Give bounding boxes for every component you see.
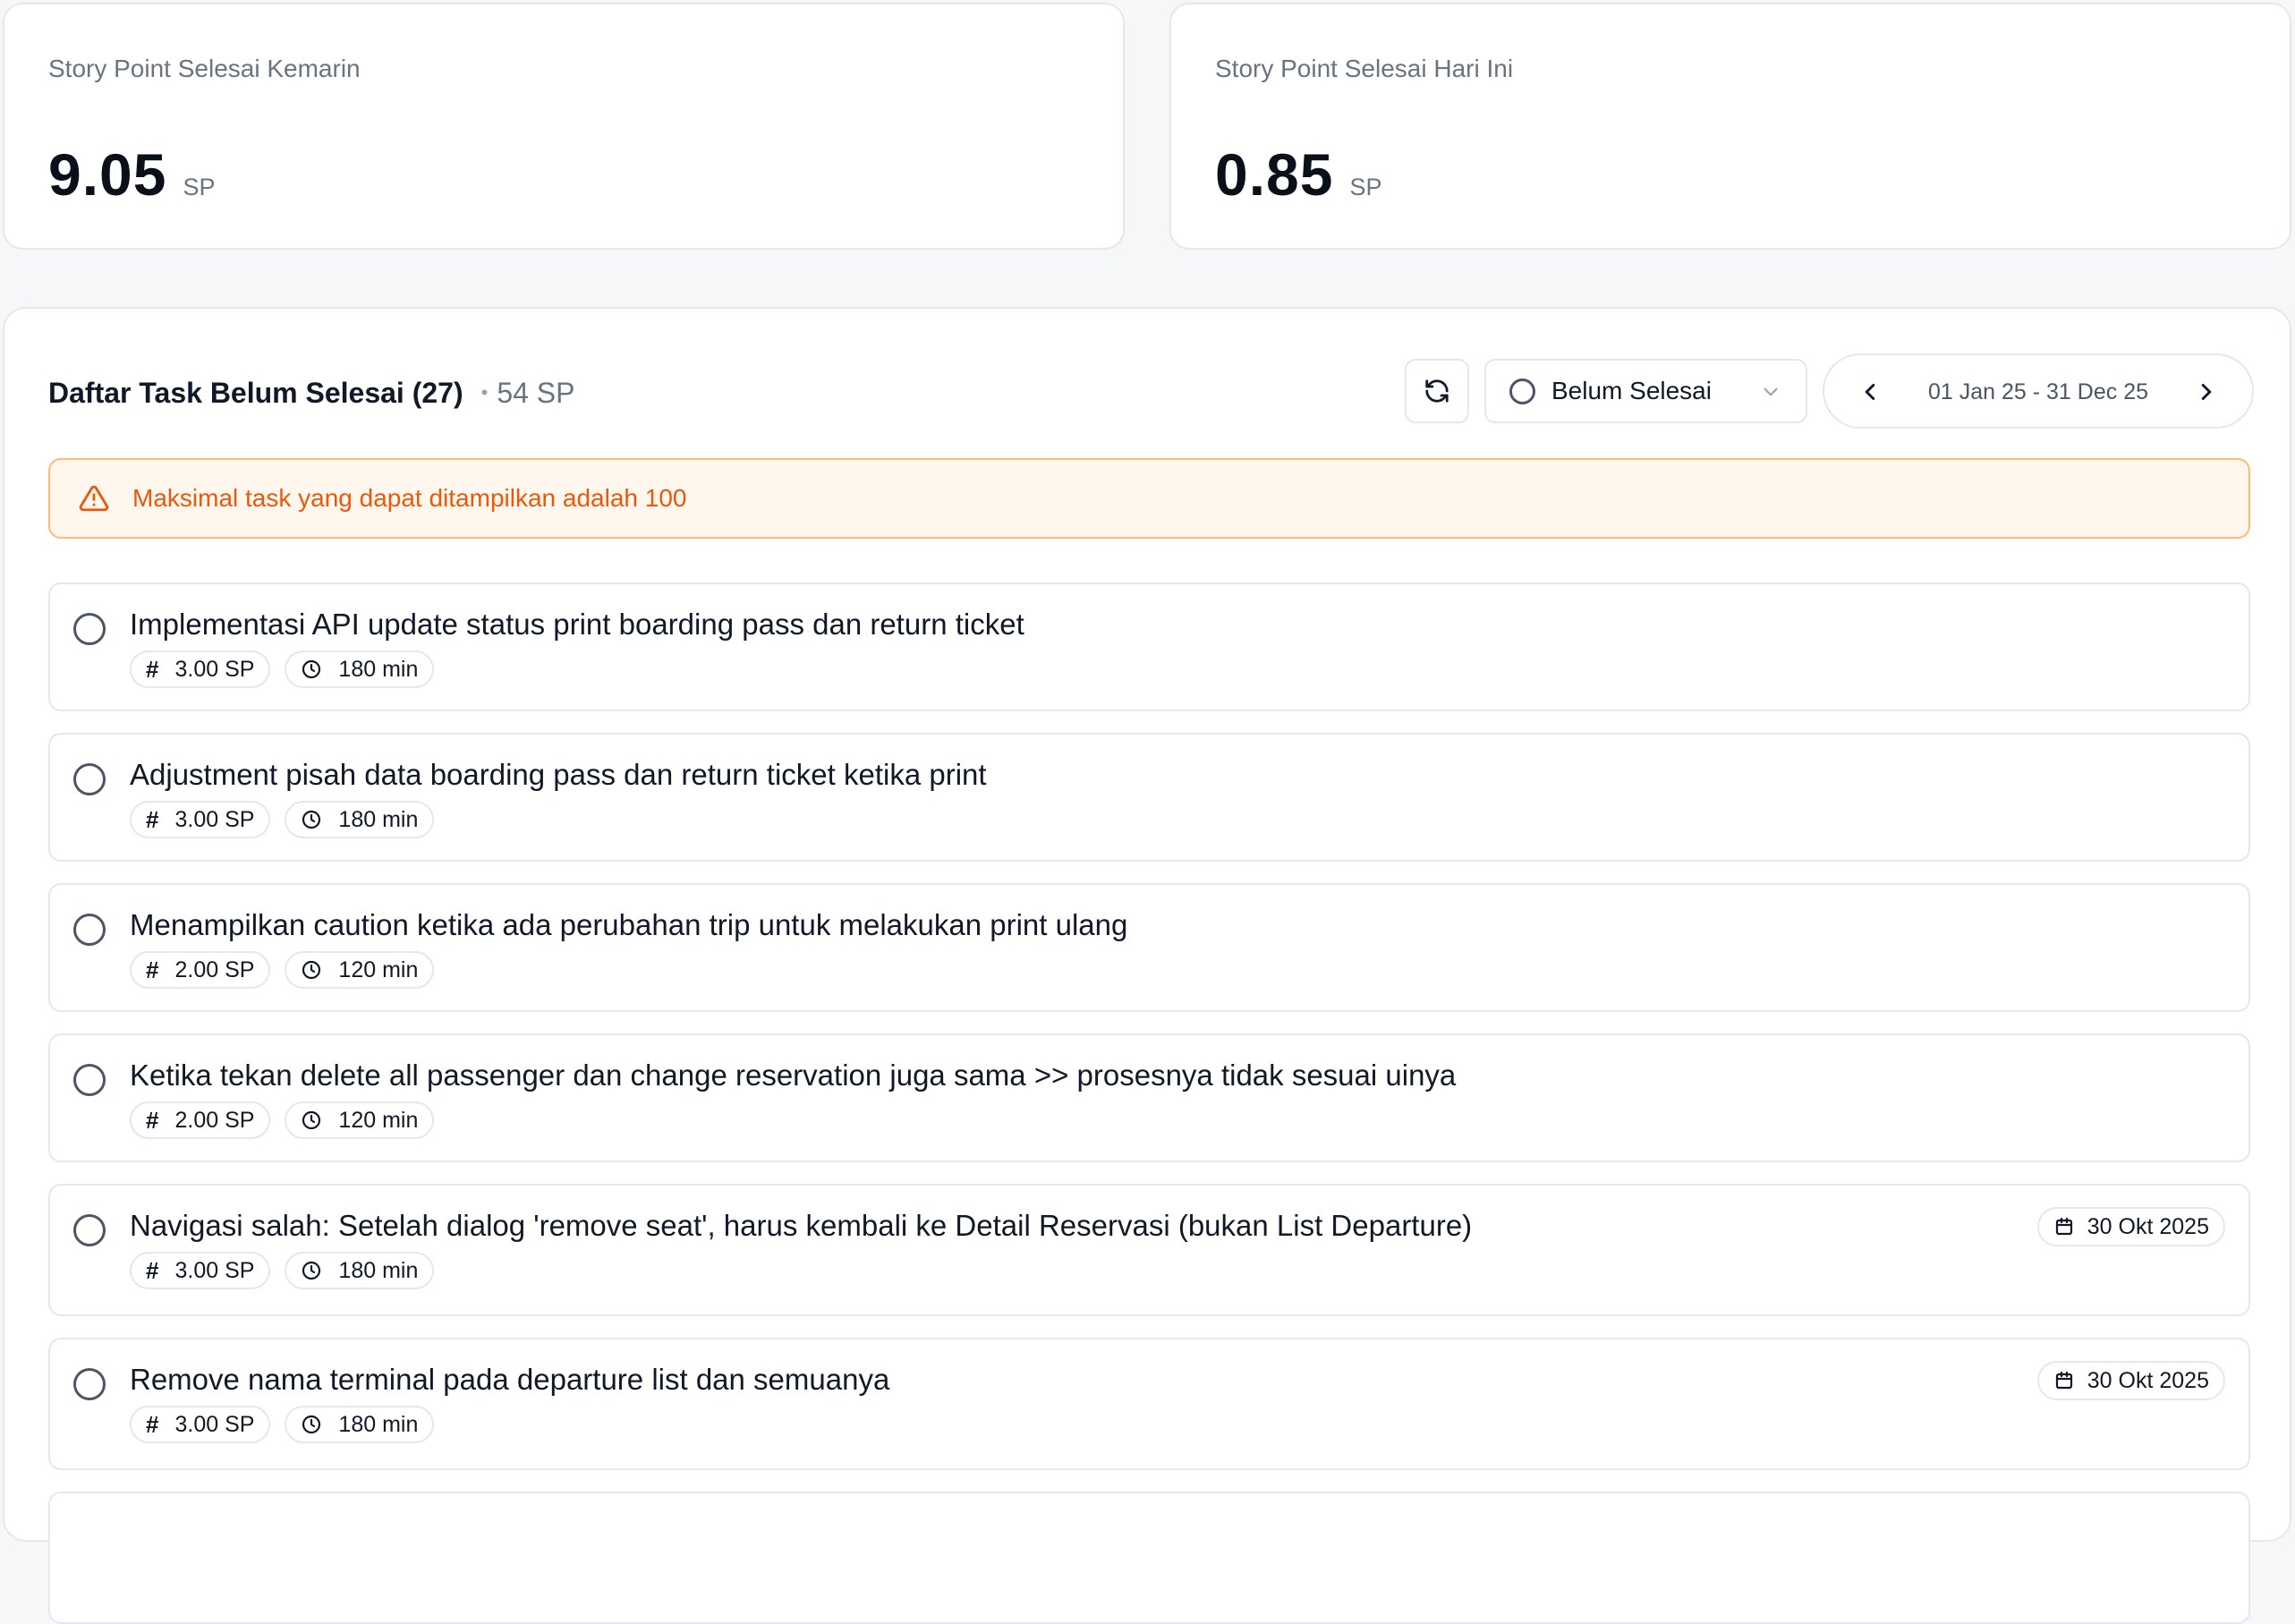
task-complete-checkbox[interactable] [73, 1368, 106, 1400]
stat-number: 0.85 [1215, 141, 1334, 208]
clock-icon [302, 659, 321, 679]
task-complete-checkbox[interactable] [73, 1064, 106, 1096]
hash-icon: # [146, 805, 159, 833]
task-item[interactable]: Remove nama terminal pada departure list… [48, 1338, 2250, 1470]
task-complete-checkbox[interactable] [73, 613, 106, 645]
task-complete-checkbox[interactable] [73, 1214, 106, 1246]
due-date-chip: 30 Okt 2025 [2036, 1207, 2225, 1246]
hash-icon: # [146, 655, 159, 683]
panel-title: Daftar Task Belum Selesai (27) • 54 SP [48, 377, 574, 410]
task-title: Remove nama terminal pada departure list… [130, 1363, 890, 1396]
duration-chip: 180 min [285, 1406, 435, 1443]
task-title: Adjustment pisah data boarding pass dan … [130, 758, 987, 791]
task-complete-checkbox[interactable] [73, 914, 106, 946]
duration-chip: 180 min [285, 1252, 435, 1289]
duration-value: 180 min [338, 1257, 419, 1283]
sp-chip: #3.00 SP [130, 1406, 271, 1443]
refresh-button[interactable] [1405, 359, 1469, 423]
task-title: Menampilkan caution ketika ada perubahan… [130, 908, 1128, 941]
task-item[interactable]: Menampilkan caution ketika ada perubahan… [48, 883, 2250, 1012]
due-date-chip: 30 Okt 2025 [2036, 1361, 2225, 1400]
warning-banner: Maksimal task yang dapat ditampilkan ada… [48, 458, 2250, 539]
sp-chip: #2.00 SP [130, 951, 271, 989]
date-range-picker: 01 Jan 25 - 31 Dec 25 [1823, 353, 2254, 429]
sp-chip: #2.00 SP [130, 1101, 271, 1139]
clock-icon [302, 960, 321, 980]
task-meta: #2.00 SP 120 min [130, 1101, 448, 1139]
warning-triangle-icon [79, 485, 109, 512]
sp-value: 2.00 SP [174, 957, 255, 982]
stat-value-row: 0.85 SP [1215, 140, 1382, 208]
task-meta: #3.00 SP 180 min [130, 801, 448, 838]
hash-icon: # [146, 1256, 159, 1284]
stat-label: Story Point Selesai Hari Ini [1215, 55, 1514, 82]
task-title: Ketika tekan delete all passenger dan ch… [130, 1059, 1457, 1092]
sp-value: 2.00 SP [174, 1107, 255, 1133]
due-date-value: 30 Okt 2025 [2087, 1213, 2209, 1239]
task-meta: #3.00 SP 180 min [130, 1252, 448, 1289]
total-sp: 54 SP [497, 377, 575, 409]
sp-value: 3.00 SP [174, 656, 255, 682]
due-date-value: 30 Okt 2025 [2087, 1367, 2209, 1393]
task-item[interactable]: Implementasi API update status print boa… [48, 582, 2250, 711]
task-item[interactable]: Ketika tekan delete all passenger dan ch… [48, 1033, 2250, 1162]
duration-chip: 120 min [285, 951, 435, 989]
duration-chip: 180 min [285, 650, 435, 688]
sp-value: 3.00 SP [174, 1257, 255, 1283]
task-item-partial[interactable] [48, 1492, 2250, 1624]
title-separator: • [480, 381, 489, 404]
refresh-icon [1425, 379, 1449, 403]
task-list-title: Daftar Task Belum Selesai (27) [48, 377, 463, 409]
chevron-right-icon[interactable] [2193, 378, 2220, 405]
date-range-text[interactable]: 01 Jan 25 - 31 Dec 25 [1824, 379, 2252, 405]
clock-icon [302, 1415, 321, 1434]
chevron-down-icon [1764, 387, 1778, 396]
task-meta: #2.00 SP 120 min [130, 951, 448, 989]
task-title: Implementasi API update status print boa… [130, 608, 1024, 641]
duration-chip: 180 min [285, 801, 435, 838]
task-meta: #3.00 SP 180 min [130, 1406, 448, 1443]
sp-chip: #3.00 SP [130, 650, 271, 688]
stat-number: 9.05 [48, 141, 167, 208]
stat-unit: SP [183, 174, 216, 200]
calendar-icon [2055, 1371, 2072, 1390]
duration-value: 120 min [338, 957, 419, 982]
stat-card-yesterday: Story Point Selesai Kemarin 9.05 SP [3, 3, 1125, 250]
task-title: Navigasi salah: Setelah dialog 'remove s… [130, 1209, 1473, 1242]
circle-icon [1509, 378, 1535, 404]
status-filter-select[interactable]: Belum Selesai [1484, 359, 1807, 423]
stats-section: Story Point Selesai Kemarin 9.05 SP Stor… [0, 0, 2295, 268]
duration-value: 180 min [338, 806, 419, 832]
stat-label: Story Point Selesai Kemarin [48, 55, 361, 82]
clock-icon [302, 1261, 321, 1280]
calendar-icon [2055, 1217, 2072, 1236]
clock-icon [302, 1110, 321, 1130]
hash-icon: # [146, 1106, 159, 1134]
task-item[interactable]: Adjustment pisah data boarding pass dan … [48, 733, 2250, 862]
stat-value-row: 9.05 SP [48, 140, 216, 208]
clock-icon [302, 810, 321, 829]
task-meta: #3.00 SP 180 min [130, 650, 448, 688]
duration-value: 120 min [338, 1107, 419, 1133]
duration-chip: 120 min [285, 1101, 435, 1139]
sp-value: 3.00 SP [174, 1411, 255, 1437]
duration-value: 180 min [338, 1411, 419, 1437]
stat-card-today: Story Point Selesai Hari Ini 0.85 SP [1169, 3, 2291, 250]
duration-value: 180 min [338, 656, 419, 682]
stat-unit: SP [1349, 174, 1382, 200]
task-list-panel: Daftar Task Belum Selesai (27) • 54 SP B… [3, 307, 2291, 1624]
sp-chip: #3.00 SP [130, 1252, 271, 1289]
hash-icon: # [146, 956, 159, 983]
status-filter-label: Belum Selesai [1551, 377, 1712, 404]
warning-text: Maksimal task yang dapat ditampilkan ada… [132, 484, 687, 512]
hash-icon: # [146, 1410, 159, 1438]
sp-chip: #3.00 SP [130, 801, 271, 838]
task-complete-checkbox[interactable] [73, 763, 106, 795]
task-item[interactable]: Navigasi salah: Setelah dialog 'remove s… [48, 1184, 2250, 1316]
sp-value: 3.00 SP [174, 806, 255, 832]
